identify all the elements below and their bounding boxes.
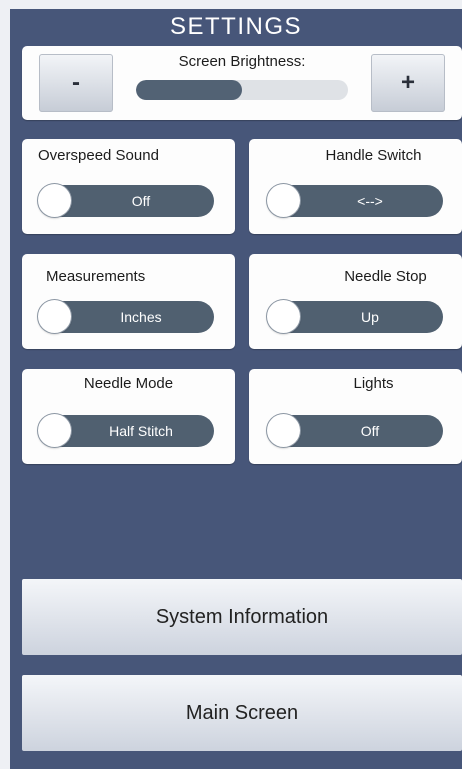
handle-switch-value: <--> <box>357 193 383 209</box>
lights-panel: Lights Off <box>249 369 462 464</box>
measurements-panel: Measurements Inches <box>22 254 235 349</box>
measurements-label: Measurements <box>46 268 146 285</box>
needle-mode-toggle[interactable]: Half Stitch <box>38 414 214 447</box>
brightness-panel: - Screen Brightness: + <box>22 46 462 120</box>
measurements-toggle[interactable]: Inches <box>38 300 214 333</box>
lights-value: Off <box>360 423 380 439</box>
handle-switch-panel: Handle Switch <--> <box>249 139 462 234</box>
needle-mode-value: Half Stitch <box>109 423 173 439</box>
brightness-decrease-button[interactable]: - <box>39 54 113 112</box>
needle-stop-value: Up <box>361 309 379 325</box>
brightness-label: Screen Brightness: <box>178 53 306 70</box>
toggle-knob <box>38 300 71 333</box>
brightness-slider[interactable] <box>136 80 348 100</box>
main-screen-button[interactable]: Main Screen <box>22 675 462 751</box>
overspeed-sound-value: Off <box>131 193 151 209</box>
overspeed-sound-label: Overspeed Sound <box>38 147 159 164</box>
toggle-knob <box>38 414 71 447</box>
toggle-knob <box>38 184 71 217</box>
brightness-increase-button[interactable]: + <box>371 54 445 112</box>
lights-toggle[interactable]: Off <box>267 414 443 447</box>
measurements-value: Inches <box>120 309 162 325</box>
brightness-slider-fill <box>136 80 242 100</box>
needle-mode-label: Needle Mode <box>83 375 174 392</box>
lights-label: Lights <box>353 375 394 392</box>
toggle-knob <box>267 414 300 447</box>
system-information-button[interactable]: System Information <box>22 579 462 655</box>
handle-switch-toggle[interactable]: <--> <box>267 184 443 217</box>
handle-switch-label: Handle Switch <box>325 147 422 164</box>
needle-mode-panel: Needle Mode Half Stitch <box>22 369 235 464</box>
overspeed-sound-panel: Overspeed Sound Off <box>22 139 235 234</box>
toggle-knob <box>267 184 300 217</box>
needle-stop-label: Needle Stop <box>344 268 427 285</box>
needle-stop-panel: Needle Stop Up <box>249 254 462 349</box>
needle-stop-toggle[interactable]: Up <box>267 300 443 333</box>
toggle-knob <box>267 300 300 333</box>
page-title: SETTINGS <box>169 13 302 40</box>
overspeed-sound-toggle[interactable]: Off <box>38 184 214 217</box>
